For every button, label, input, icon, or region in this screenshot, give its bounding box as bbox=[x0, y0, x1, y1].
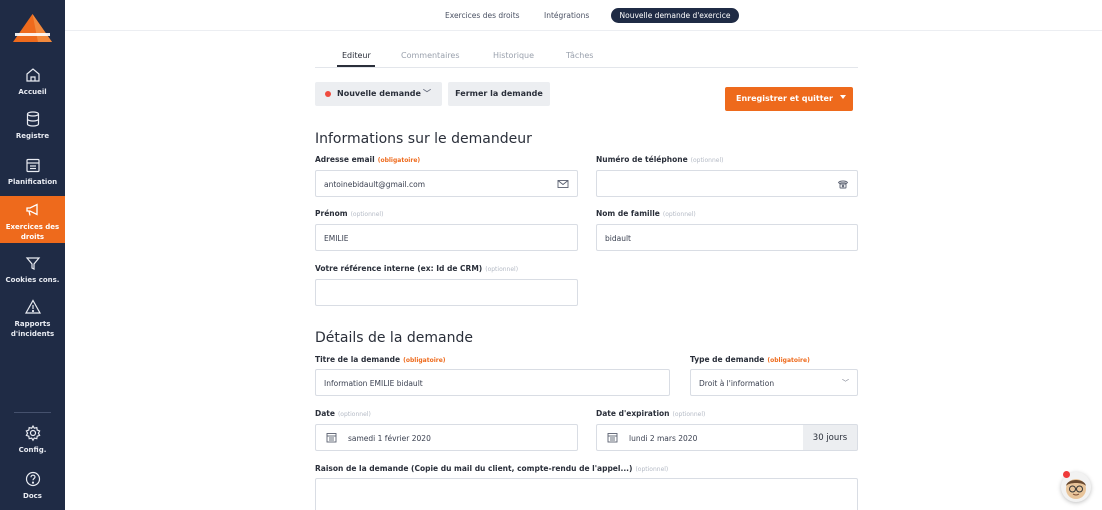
email-label: Adresse email (obligatoire) bbox=[315, 155, 421, 164]
sidebar-item-registre[interactable]: Registre bbox=[0, 110, 65, 140]
status-label: Nouvelle demande bbox=[337, 89, 421, 98]
sidebar-item-config[interactable]: Config. bbox=[0, 424, 65, 454]
sidebar: Accueil Registre Planification Exercices… bbox=[0, 0, 65, 510]
editor-tabs: Editeur Commentaires Historique Tâches bbox=[315, 48, 858, 68]
calendar-icon bbox=[607, 433, 618, 443]
firstname-field[interactable]: EMILIE bbox=[315, 224, 578, 251]
email-field[interactable]: antoinebidault@gmail.com bbox=[315, 170, 578, 197]
topnav-link-integrations[interactable]: Intégrations bbox=[544, 11, 589, 20]
caret-down-icon[interactable] bbox=[840, 95, 846, 99]
close-request-button[interactable]: Fermer la demande bbox=[448, 82, 550, 106]
chevron-down-icon: ﹀ bbox=[423, 89, 431, 98]
reason-textarea[interactable] bbox=[315, 478, 858, 510]
sidebar-item-label: Registre bbox=[15, 132, 50, 140]
database-icon bbox=[26, 111, 39, 127]
expiration-label: Date d'expiration (optionnel) bbox=[596, 409, 706, 418]
date-label: Date (optionnel) bbox=[315, 409, 371, 418]
status-dropdown-button[interactable]: Nouvelle demande ﹀ bbox=[315, 82, 442, 106]
calendar-icon bbox=[25, 158, 40, 173]
sidebar-divider bbox=[14, 412, 51, 413]
phone-icon bbox=[837, 180, 849, 189]
firstname-label: Prénom (optionnel) bbox=[315, 209, 384, 218]
request-title-label: Titre de la demande (obligatoire) bbox=[315, 355, 446, 364]
reason-label: Raison de la demande (Copie du mail du c… bbox=[315, 464, 669, 473]
tab-commentaires[interactable]: Commentaires bbox=[401, 51, 460, 60]
sidebar-item-label: Config. bbox=[18, 446, 47, 454]
gear-icon bbox=[25, 424, 40, 442]
sidebar-item-label: Planification bbox=[7, 178, 58, 186]
sidebar-item-label: Cookies cons. bbox=[5, 276, 60, 284]
reference-field[interactable] bbox=[315, 279, 578, 306]
section-title-requester: Informations sur le demandeur bbox=[315, 131, 532, 147]
topnav-new-request-pill[interactable]: Nouvelle demande d'exercice bbox=[611, 8, 739, 23]
phone-field[interactable] bbox=[596, 170, 858, 197]
date-field[interactable]: samedi 1 février 2020 bbox=[315, 424, 578, 451]
status-dot bbox=[325, 91, 331, 97]
expiration-days-addon: 30 jours bbox=[803, 424, 858, 451]
lastname-field[interactable]: bidault bbox=[596, 224, 858, 251]
request-type-select[interactable]: Droit à l'information ﹀ bbox=[690, 369, 858, 396]
sidebar-item-rapports-incidents[interactable]: Rapports d'incidents bbox=[0, 298, 65, 342]
sidebar-item-label: Rapports d'incidents bbox=[10, 320, 55, 338]
expiration-field[interactable]: lundi 2 mars 2020 bbox=[596, 424, 804, 451]
app-logo[interactable] bbox=[10, 12, 55, 44]
sidebar-item-label: Exercices des droits bbox=[5, 223, 60, 241]
megaphone-icon bbox=[25, 203, 38, 216]
envelope-icon bbox=[557, 180, 569, 188]
sidebar-item-label: Docs bbox=[23, 492, 42, 500]
top-nav: Exercices des droits Intégrations Nouvel… bbox=[65, 0, 1102, 31]
sidebar-item-accueil[interactable]: Accueil bbox=[0, 66, 65, 96]
active-tab-indicator bbox=[337, 65, 375, 67]
save-label: Enregistrer et quitter bbox=[736, 94, 833, 103]
tab-historique[interactable]: Historique bbox=[493, 51, 534, 60]
tab-editeur[interactable]: Editeur bbox=[342, 51, 371, 60]
chevron-down-icon: ﹀ bbox=[842, 379, 849, 387]
calendar-icon bbox=[326, 433, 337, 443]
lastname-label: Nom de famille (optionnel) bbox=[596, 209, 696, 218]
sidebar-item-docs[interactable]: Docs bbox=[0, 470, 65, 500]
reference-label: Votre référence interne (ex: Id de CRM)(… bbox=[315, 264, 519, 273]
warning-icon bbox=[24, 299, 41, 314]
tab-taches[interactable]: Tâches bbox=[566, 51, 593, 60]
home-icon bbox=[25, 68, 40, 82]
sidebar-item-cookies[interactable]: Cookies cons. bbox=[0, 254, 65, 284]
sidebar-item-planification[interactable]: Planification bbox=[0, 156, 65, 186]
section-title-details: Détails de la demande bbox=[315, 330, 473, 346]
filter-icon bbox=[25, 257, 40, 270]
topnav-link-exercices[interactable]: Exercices des droits bbox=[445, 11, 520, 20]
sidebar-item-exercices-des-droits[interactable]: Exercices des droits bbox=[0, 196, 65, 243]
request-title-field[interactable]: Information EMILIE bidault bbox=[315, 369, 670, 396]
notification-dot bbox=[1063, 471, 1070, 478]
sidebar-item-label: Accueil bbox=[18, 88, 47, 96]
request-type-label: Type de demande (obligatoire) bbox=[690, 355, 810, 364]
phone-label: Numéro de téléphone (optionnel) bbox=[596, 155, 724, 164]
save-and-quit-button[interactable]: Enregistrer et quitter bbox=[725, 87, 853, 111]
help-icon bbox=[25, 471, 40, 487]
